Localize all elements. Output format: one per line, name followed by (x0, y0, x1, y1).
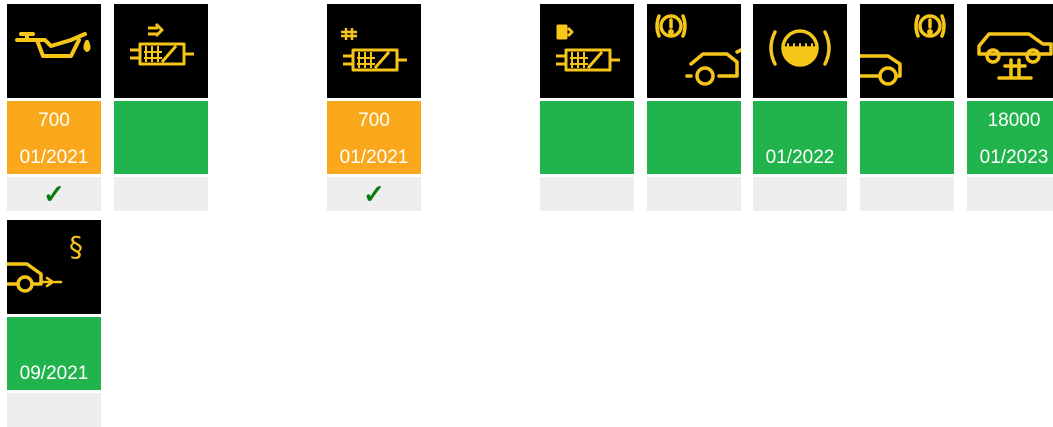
status-panel: 18000 01/2023 (967, 101, 1053, 174)
mileage-value: 700 (38, 110, 70, 131)
air-filter-icon (327, 4, 421, 98)
checkmark-icon (967, 177, 1053, 211)
oil-can-icon (7, 4, 101, 98)
status-panel: 01/2022 (753, 101, 847, 174)
status-panel: 700 01/2021 (327, 101, 421, 174)
status-panel (647, 101, 741, 174)
emissions-inspection-icon: § (7, 220, 101, 314)
checkmark-icon (647, 177, 741, 211)
brake-fluid-icon (753, 4, 847, 98)
status-panel: 700 01/2021 (7, 101, 101, 174)
checkmark-icon (7, 393, 101, 427)
service-tile-brake-rear[interactable] (860, 4, 954, 211)
brake-rear-car-icon (860, 4, 954, 98)
status-panel (114, 101, 208, 174)
checkmark-icon (540, 177, 634, 211)
checkmark-icon: ✓ (327, 177, 421, 211)
fuel-filter-icon (114, 4, 208, 98)
checkmark-icon (860, 177, 954, 211)
due-date: 09/2021 (19, 363, 89, 384)
service-tile-emissions[interactable]: § 09/2021 (7, 220, 101, 427)
status-panel (860, 101, 954, 174)
service-tile-oil[interactable]: 700 01/2021 ✓ (7, 4, 101, 211)
brake-front-car-icon (647, 4, 741, 98)
checkmark-icon: ✓ (7, 177, 101, 211)
fuel-pump-filter-icon (540, 4, 634, 98)
service-tile-inspection[interactable]: 18000 01/2023 (967, 4, 1053, 211)
due-date: 01/2021 (339, 147, 409, 168)
due-date: 01/2023 (979, 147, 1049, 168)
checkmark-icon (114, 177, 208, 211)
service-tile-brake-fluid[interactable]: 01/2022 (753, 4, 847, 211)
mileage-value: 18000 (987, 110, 1041, 131)
service-tile-fuel-pump-filter[interactable] (540, 4, 634, 211)
svg-text:§: § (69, 230, 83, 263)
checkmark-icon (753, 177, 847, 211)
car-lift-inspection-icon (967, 4, 1053, 98)
due-date: 01/2022 (765, 147, 835, 168)
service-tile-air-filter[interactable]: 700 01/2021 ✓ (327, 4, 421, 211)
mileage-value: 700 (358, 110, 390, 131)
due-date: 01/2021 (19, 147, 89, 168)
status-panel (540, 101, 634, 174)
service-tile-brake-front[interactable] (647, 4, 741, 211)
status-panel: 09/2021 (7, 317, 101, 390)
service-tile-fuel-filter[interactable] (114, 4, 208, 211)
